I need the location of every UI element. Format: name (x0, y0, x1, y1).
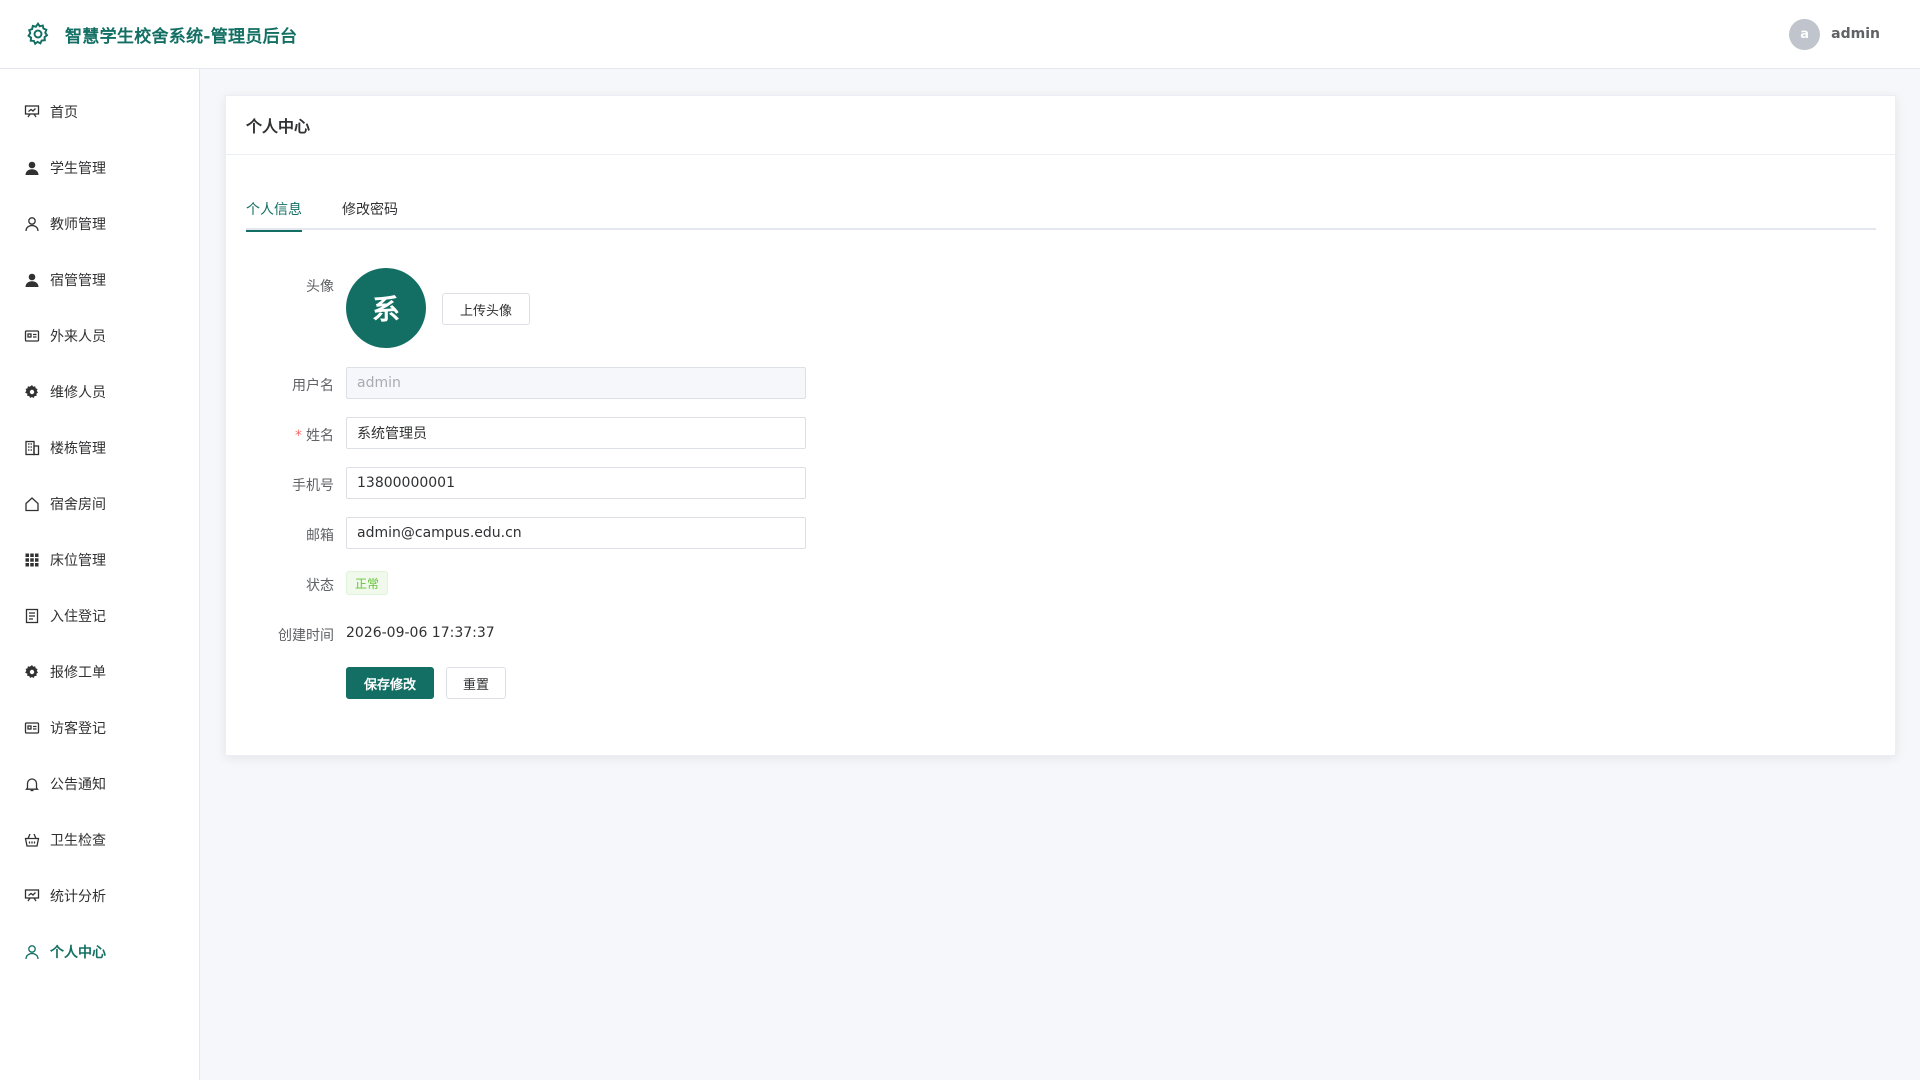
top-header: 智慧学生校舍系统-管理员后台 a admin (0, 0, 1920, 69)
tab-change-password[interactable]: 修改密码 (342, 199, 398, 230)
sidebar-item-label: 统计分析 (50, 889, 106, 905)
id-card-icon (24, 330, 40, 342)
building-icon (25, 440, 40, 456)
presentation-icon (24, 889, 40, 902)
sidebar-item-label: 学生管理 (50, 161, 106, 177)
status-badge: 正常 (346, 571, 389, 595)
sidebar-item-check-in[interactable]: 入住登记 (0, 588, 199, 644)
reset-button[interactable]: 重置 (446, 667, 506, 699)
user-filled-icon (25, 161, 39, 175)
sidebar-item-label: 入住登记 (50, 609, 106, 625)
id-card-icon (24, 722, 40, 734)
sidebar-item-beds[interactable]: 床位管理 (0, 532, 199, 588)
user-icon (25, 945, 39, 960)
profile-card: 个人中心 个人信息 修改密码 头像 系 上传头像 用户名 *姓名 手机号 邮箱 … (225, 95, 1896, 756)
sidebar-item-label: 维修人员 (50, 385, 106, 401)
gear-filled-icon (25, 665, 38, 678)
sidebar-item-repair-orders[interactable]: 报修工单 (0, 644, 199, 700)
sidebar-item-profile[interactable]: 个人中心 (0, 924, 199, 980)
sidebar: 首页 学生管理 教师管理 宿管管理 外来人员 维修人员 楼栋管理 宿舍房间 床位… (0, 69, 200, 1080)
sidebar-item-label: 报修工单 (50, 665, 106, 681)
phone-input[interactable] (346, 467, 806, 499)
sidebar-item-buildings[interactable]: 楼栋管理 (0, 420, 199, 476)
sidebar-item-label: 个人中心 (50, 945, 106, 961)
name-label-text: 姓名 (306, 428, 334, 444)
basket-icon (24, 833, 40, 847)
name-label: * 姓名 (226, 425, 334, 445)
profile-tabs: 个人信息 修改密码 (246, 199, 1876, 232)
bell-icon (25, 778, 39, 792)
sidebar-item-visitors-external[interactable]: 外来人员 (0, 308, 199, 364)
house-icon (25, 497, 39, 512)
gear-filled-icon (25, 385, 38, 398)
avatar[interactable]: a (1789, 18, 1821, 50)
created-time-value: 2026-09-06 17:37:37 (346, 625, 495, 641)
sidebar-item-hygiene-check[interactable]: 卫生检查 (0, 812, 199, 868)
user-icon (25, 217, 39, 232)
app-title: 智慧学生校舍系统-管理员后台 (65, 26, 298, 47)
page-title: 个人中心 (226, 96, 1895, 155)
sidebar-item-statistics[interactable]: 统计分析 (0, 868, 199, 924)
upload-avatar-button[interactable]: 上传头像 (442, 293, 530, 325)
sidebar-item-label: 宿管管理 (50, 273, 106, 289)
phone-label: 手机号 (292, 478, 334, 494)
sidebar-item-label: 宿舍房间 (50, 497, 106, 513)
sidebar-item-teachers[interactable]: 教师管理 (0, 196, 199, 252)
sidebar-item-label: 卫生检查 (50, 833, 106, 849)
username-input[interactable] (346, 367, 806, 399)
avatar-label: 头像 (306, 279, 334, 295)
username[interactable]: admin (1831, 26, 1880, 42)
brand: 智慧学生校舍系统-管理员后台 (25, 21, 297, 47)
sidebar-item-label: 访客登记 (50, 721, 106, 737)
sidebar-item-students[interactable]: 学生管理 (0, 140, 199, 196)
email-input[interactable] (346, 517, 806, 549)
user-menu[interactable]: a admin (1789, 18, 1880, 50)
sidebar-item-dorm-managers[interactable]: 宿管管理 (0, 252, 199, 308)
sidebar-item-label: 公告通知 (50, 777, 106, 793)
profile-avatar: 系 (346, 268, 426, 348)
email-label: 邮箱 (306, 528, 334, 544)
status-label: 状态 (306, 578, 334, 594)
sidebar-item-maintenance-staff[interactable]: 维修人员 (0, 364, 199, 420)
sidebar-item-label: 教师管理 (50, 217, 106, 233)
document-icon (25, 608, 39, 624)
username-label: 用户名 (292, 378, 334, 394)
required-mark: * (295, 428, 302, 444)
sidebar-item-label: 楼栋管理 (50, 441, 106, 457)
sidebar-item-announcements[interactable]: 公告通知 (0, 756, 199, 812)
created-time-label: 创建时间 (278, 628, 334, 644)
sidebar-item-dorm-rooms[interactable]: 宿舍房间 (0, 476, 199, 532)
save-button[interactable]: 保存修改 (346, 667, 434, 699)
grid-icon (25, 553, 39, 567)
user-filled-icon (25, 273, 39, 287)
presentation-icon (24, 105, 40, 118)
sidebar-item-label: 外来人员 (50, 329, 106, 345)
sidebar-item-label: 床位管理 (50, 553, 106, 569)
sidebar-item-home[interactable]: 首页 (0, 84, 199, 140)
sidebar-item-label: 首页 (50, 105, 78, 121)
gear-icon (27, 21, 49, 46)
sidebar-item-visitor-log[interactable]: 访客登记 (0, 700, 199, 756)
name-input[interactable] (346, 417, 806, 449)
tab-personal-info[interactable]: 个人信息 (246, 199, 302, 232)
